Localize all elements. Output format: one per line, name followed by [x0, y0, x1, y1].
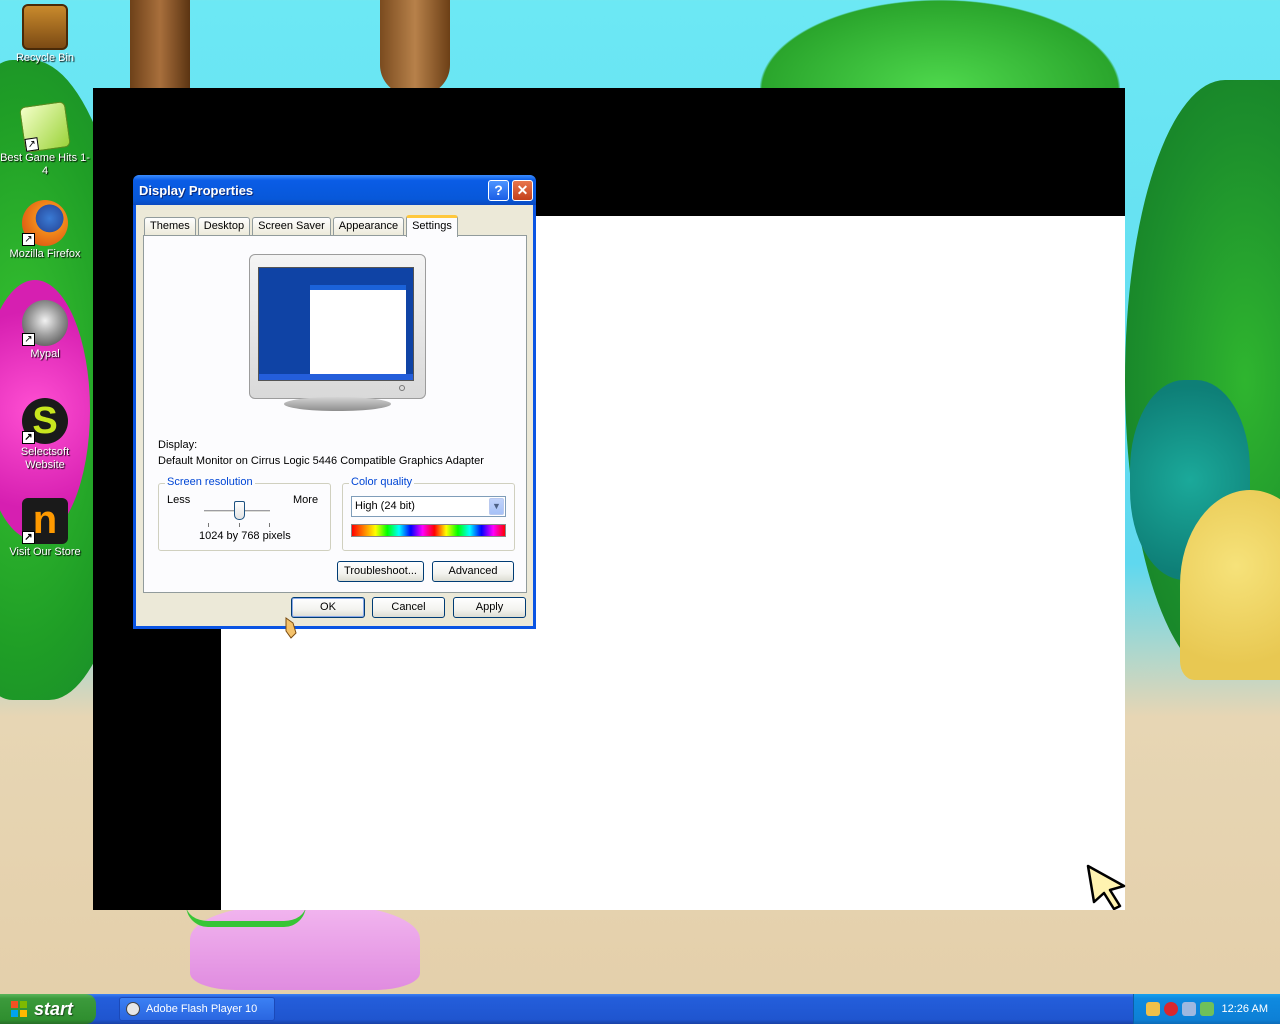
wallpaper-leaves	[760, 0, 1120, 90]
desktop-icon-label: Best Game Hits 1-4	[0, 152, 90, 177]
desktop-icon-visit-store[interactable]: n ↗ Visit Our Store	[0, 498, 90, 559]
shortcut-arrow-icon: ↗	[22, 431, 35, 444]
flash-player-icon	[126, 1002, 140, 1016]
arrow-cursor-icon	[1086, 864, 1126, 910]
cancel-button[interactable]: Cancel	[372, 597, 445, 618]
taskbar: start Adobe Flash Player 10 12:26 AM	[0, 994, 1280, 1024]
troubleshoot-button[interactable]: Troubleshoot...	[337, 561, 424, 582]
tab-desktop[interactable]: Desktop	[197, 217, 251, 236]
slider-tick	[269, 523, 270, 527]
close-icon: ✕	[516, 181, 529, 198]
busy-hand-cursor-icon	[285, 617, 297, 639]
desktop-icon-selectsoft[interactable]: S ↗ Selectsoft Website	[0, 398, 90, 472]
shortcut-arrow-icon: ↗	[22, 531, 35, 544]
dialog-title: Display Properties	[139, 182, 254, 198]
network-icon[interactable]	[1182, 1002, 1196, 1016]
settings-panel: Display: Default Monitor on Cirrus Logic…	[143, 235, 527, 593]
shortcut-arrow-icon: ↗	[22, 333, 35, 346]
start-label: start	[34, 999, 74, 1019]
color-quality-group: Color quality High (24 bit) ▼	[342, 476, 515, 551]
resolution-less-label: Less	[167, 494, 191, 506]
monitor-preview-window	[310, 285, 406, 375]
store-n-icon: n ↗	[22, 498, 68, 544]
treasure-chest-icon	[22, 4, 68, 50]
advanced-button[interactable]: Advanced	[432, 561, 514, 582]
raccoon-icon: ↗	[22, 300, 68, 346]
tab-strip: Themes Desktop Screen Saver Appearance S…	[144, 214, 460, 237]
resolution-value: 1024 by 768 pixels	[199, 530, 291, 542]
resolution-more-label: More	[293, 494, 319, 506]
display-properties-dialog[interactable]: Display Properties ? ✕ Themes Desktop Sc…	[133, 175, 536, 639]
display-label: Display:	[158, 439, 198, 451]
desktop-icon-firefox[interactable]: ↗ Mozilla Firefox	[0, 200, 90, 261]
slider-tick	[239, 523, 240, 527]
start-button[interactable]: start	[0, 994, 96, 1024]
question-mark-icon: ?	[494, 182, 503, 198]
firefox-icon: ↗	[22, 200, 68, 246]
desktop-icon-label: Mozilla Firefox	[9, 248, 81, 260]
taskbar-item-flash-player[interactable]: Adobe Flash Player 10	[119, 997, 275, 1021]
dialog-titlebar[interactable]: Display Properties ? ✕	[133, 175, 536, 205]
screen-resolution-legend: Screen resolution	[165, 476, 255, 488]
desktop-icon-mypal[interactable]: ↗ Mypal	[0, 300, 90, 361]
color-quality-spectrum	[351, 524, 506, 537]
tab-screen-saver[interactable]: Screen Saver	[252, 217, 331, 236]
clock[interactable]: 12:26 AM	[1222, 994, 1268, 1024]
dice-icon: ↗	[19, 101, 71, 153]
color-quality-select[interactable]: High (24 bit) ▼	[351, 496, 506, 517]
apply-button[interactable]: Apply	[453, 597, 526, 618]
tab-settings[interactable]: Settings	[406, 215, 458, 237]
wallpaper-tree-trunk	[130, 0, 190, 95]
security-shield-icon[interactable]	[1164, 1002, 1178, 1016]
display-value: Default Monitor on Cirrus Logic 5446 Com…	[158, 455, 484, 467]
screen-resolution-group: Screen resolution Less More 1024 by 768 …	[158, 476, 331, 551]
color-quality-legend: Color quality	[349, 476, 415, 488]
desktop-icon-best-game-hits[interactable]: ↗ Best Game Hits 1-4	[0, 101, 90, 178]
system-tray: 12:26 AM	[1133, 994, 1280, 1024]
help-button[interactable]: ?	[488, 179, 509, 201]
windows-flag-icon	[11, 1001, 27, 1017]
monitor-preview	[249, 254, 426, 411]
desktop-icon-label: Mypal	[30, 348, 60, 360]
monitor-preview-taskbar	[259, 374, 413, 380]
desktop-icon-recycle-bin[interactable]: Recycle Bin	[0, 4, 90, 65]
shortcut-arrow-icon: ↗	[22, 233, 35, 246]
tab-appearance[interactable]: Appearance	[332, 217, 405, 236]
desktop-icon-label: Recycle Bin	[15, 52, 75, 64]
close-button[interactable]: ✕	[512, 179, 533, 201]
tray-app-icon[interactable]	[1146, 1002, 1160, 1016]
desktop-icon-label: Selectsoft Website	[20, 446, 70, 471]
chevron-down-icon[interactable]: ▼	[489, 498, 504, 515]
dialog-body: Themes Desktop Screen Saver Appearance S…	[136, 205, 533, 639]
monitor-stand	[284, 397, 391, 411]
tab-themes[interactable]: Themes	[144, 217, 196, 236]
slider-tick	[208, 523, 209, 527]
safely-remove-hardware-icon[interactable]	[1200, 1002, 1214, 1016]
color-quality-value: High (24 bit)	[355, 500, 415, 512]
monitor-screen	[258, 267, 414, 381]
shortcut-arrow-icon: ↗	[24, 137, 40, 152]
desktop-icon-label: Visit Our Store	[9, 546, 81, 558]
resolution-slider-thumb[interactable]	[234, 501, 245, 520]
selectsoft-s-icon: S ↗	[22, 398, 68, 444]
wallpaper-tree-trunk	[380, 0, 450, 95]
monitor-power-knob	[399, 385, 405, 391]
ok-button[interactable]: OK	[291, 597, 365, 618]
taskbar-item-label: Adobe Flash Player 10	[146, 1003, 258, 1015]
